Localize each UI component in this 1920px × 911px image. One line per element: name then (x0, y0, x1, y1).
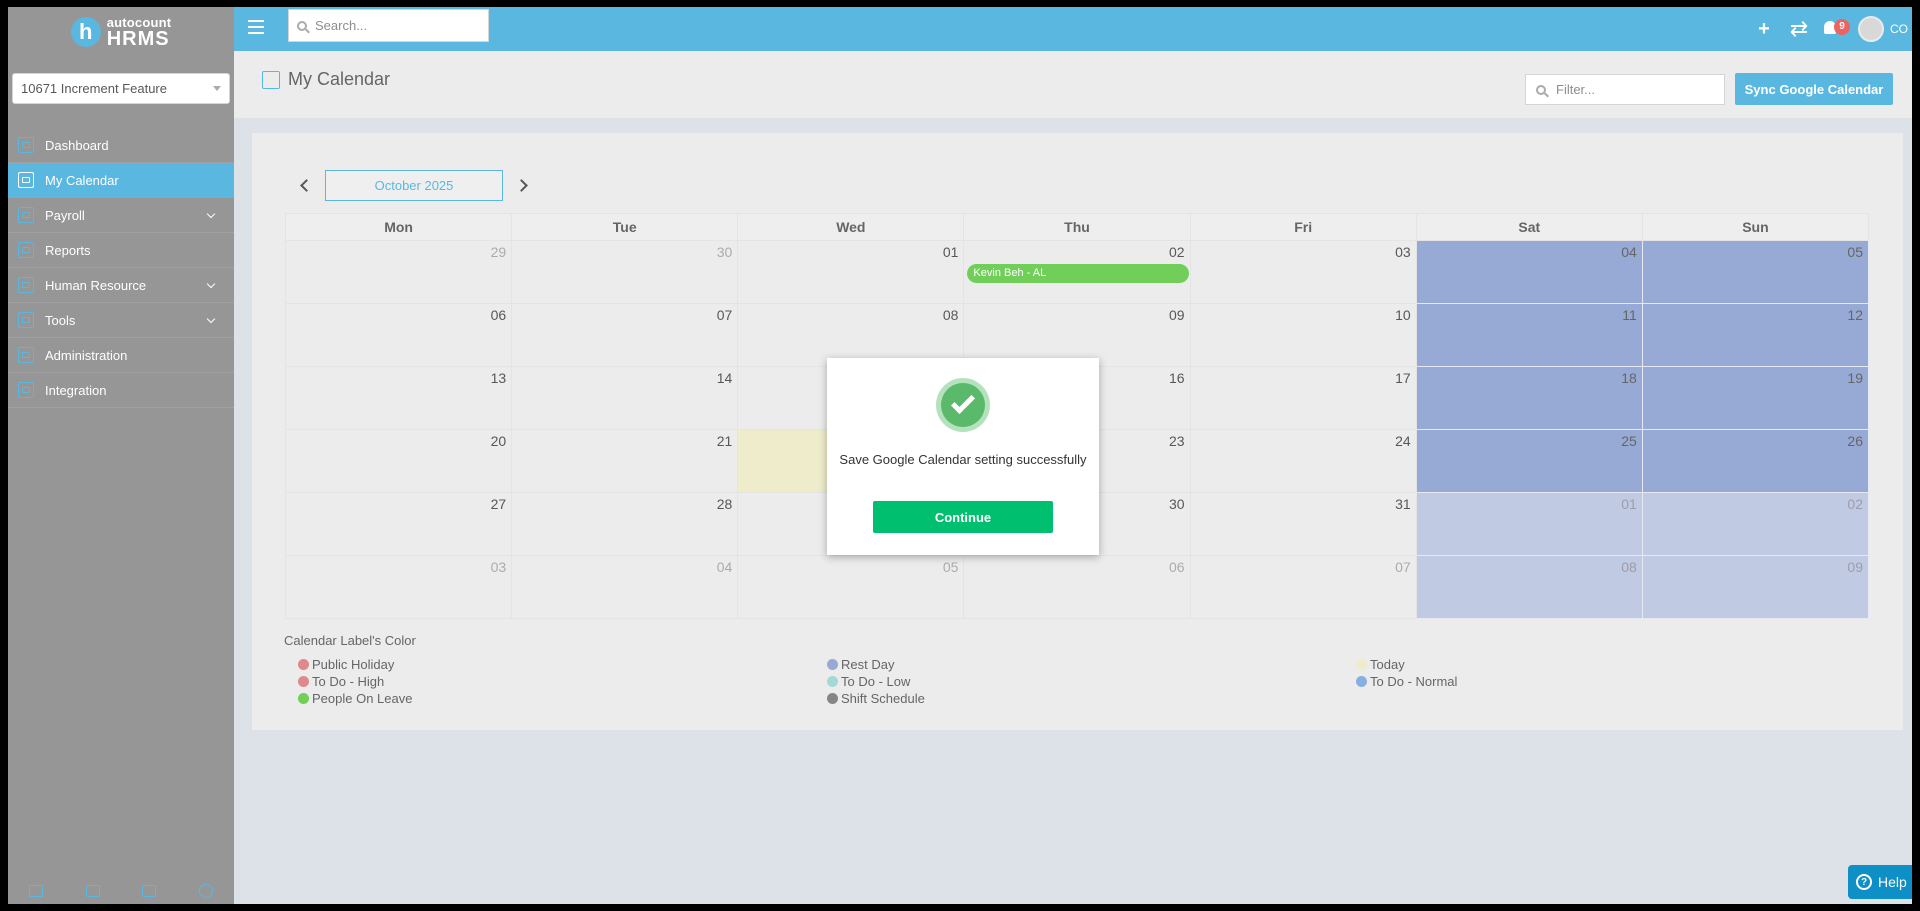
help-button[interactable]: ? Help (1848, 865, 1912, 899)
help-label: Help (1878, 874, 1907, 890)
modal-overlay: Save Google Calendar setting successfull… (8, 7, 1912, 904)
success-check-icon (936, 378, 990, 432)
success-dialog: Save Google Calendar setting successfull… (827, 358, 1099, 555)
continue-button[interactable]: Continue (873, 501, 1053, 533)
app-window: h autocount HRMS 10671 Increment Feature… (8, 7, 1912, 904)
dialog-message: Save Google Calendar setting successfull… (839, 452, 1087, 467)
help-icon: ? (1856, 874, 1872, 890)
